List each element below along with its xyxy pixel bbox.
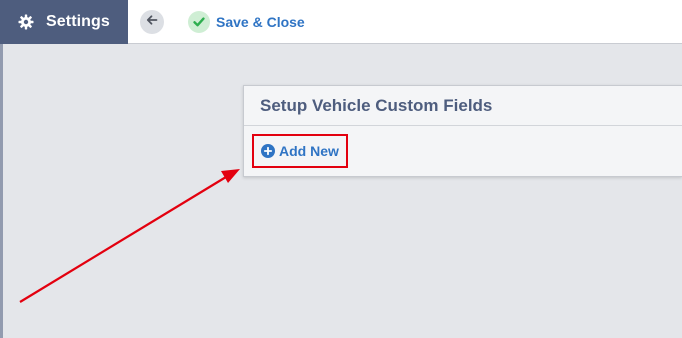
top-toolbar: Settings Save & Close — [0, 0, 682, 44]
gear-icon — [18, 14, 34, 30]
panel-body: Add New — [244, 126, 682, 177]
back-arrow-icon — [146, 13, 158, 31]
save-and-close-button[interactable]: Save & Close — [188, 10, 305, 34]
save-and-close-label: Save & Close — [216, 14, 305, 30]
back-button[interactable] — [140, 10, 164, 34]
panel-title: Setup Vehicle Custom Fields — [260, 95, 493, 115]
settings-label: Settings — [46, 13, 110, 30]
left-edge-strip — [0, 44, 3, 338]
custom-fields-panel: Setup Vehicle Custom Fields Add New — [243, 85, 682, 177]
add-new-button[interactable]: Add New — [252, 134, 348, 168]
settings-tab[interactable]: Settings — [0, 0, 128, 44]
add-new-label: Add New — [279, 143, 339, 159]
plus-circle-icon — [261, 144, 275, 158]
panel-header: Setup Vehicle Custom Fields — [244, 86, 682, 126]
checkmark-icon — [188, 11, 210, 33]
